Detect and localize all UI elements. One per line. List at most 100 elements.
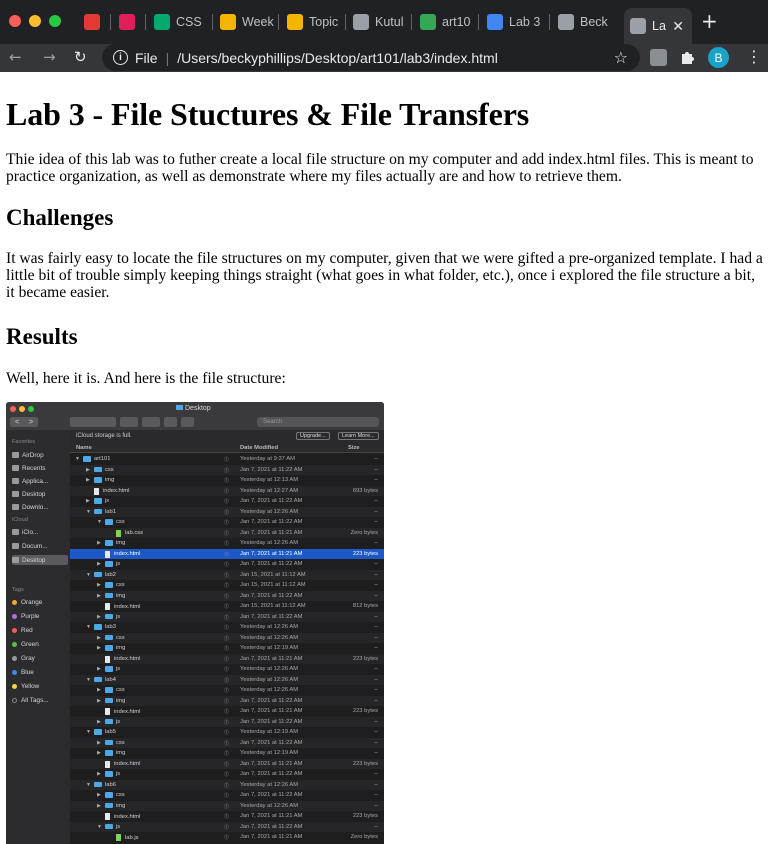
slides-icon	[287, 14, 303, 30]
disclosure-triangle-icon: ▼	[86, 729, 91, 735]
file-row: ▶ js ⓵ Jan 7, 2021 at 11:22 AM --	[70, 559, 384, 570]
file-date: Jan 7, 2021 at 11:22 AM	[240, 697, 303, 704]
address-bar[interactable]: i File | /Users/beckyphillips/Desktop/ar…	[102, 44, 640, 71]
file-size: --	[374, 666, 378, 672]
file-date: Jan 7, 2021 at 11:21 AM	[240, 655, 303, 662]
close-window-icon[interactable]	[9, 15, 21, 27]
profile-avatar[interactable]: B	[708, 47, 729, 68]
finder-sidebar-label: Gray	[21, 654, 35, 662]
file-name: img	[116, 802, 126, 809]
file-row: ▶ js ⓵ Jan 7, 2021 at 11:22 AM --	[70, 716, 384, 727]
file-row: ▼ art101 ⓵ Yesterday at 9:37 AM --	[70, 454, 384, 465]
file-size: --	[374, 571, 378, 578]
file-row: index.html ⓵ Jan 7, 2021 at 11:21 AM 223 by…	[70, 758, 384, 769]
file-size: 812 bytes	[352, 603, 378, 609]
file-row: ▶ img ⓵ Yesterday at 12:13 AM --	[70, 475, 384, 486]
browser-tab[interactable]: Week	[214, 7, 276, 37]
file-name: index.html	[114, 813, 141, 820]
icloud-status-icon: ⓵	[224, 719, 230, 726]
icloud-status-icon: ⓵	[224, 761, 230, 768]
folder-icon	[105, 561, 113, 567]
file-row-name: ▶ css	[97, 635, 125, 641]
icloud-status-icon: ⓵	[224, 824, 230, 831]
folder-icon	[105, 823, 113, 830]
close-tab-icon[interactable]: ✕	[672, 18, 684, 35]
icloud-status-icon: ⓵	[224, 572, 230, 579]
file-date: Jan 7, 2021 at 11:21 AM	[240, 708, 303, 714]
maximize-window-icon[interactable]	[49, 15, 61, 27]
reload-icon[interactable]: ↻	[74, 48, 87, 66]
browser-tab[interactable]: Lab 3	[481, 7, 547, 37]
icloud-banner: iCloud storage is full. Upgrade... Learn…	[70, 430, 384, 442]
name-column-header: Name	[76, 445, 92, 451]
file-name: lab4	[105, 676, 116, 683]
new-tab-button[interactable]: +	[701, 9, 718, 33]
drive-icon	[420, 14, 436, 30]
size-column-header: Size	[348, 445, 360, 451]
icloud-status-icon: ⓵	[224, 499, 230, 505]
challenges-heading: Challenges	[6, 205, 114, 230]
browser-tab[interactable]: Kutul	[347, 7, 409, 37]
extensions-puzzle-icon[interactable]	[679, 49, 696, 66]
finder-sidebar-label: Applica...	[22, 477, 49, 485]
file-size: Zero bytes	[350, 529, 378, 536]
browser-tab-label: Lab 3	[509, 15, 541, 29]
address-url: /Users/beckyphillips/Desktop/art101/lab3…	[177, 49, 498, 66]
file-row: lab.css ⓵ Jan 7, 2021 at 11:21 AM Zero byte…	[70, 527, 384, 538]
recorder-icon	[84, 14, 100, 30]
file-date: Yesterday at 12:26 AM	[240, 687, 299, 693]
browser-tab[interactable]	[113, 7, 143, 37]
tab-separator	[549, 14, 550, 30]
file-size: --	[374, 456, 378, 462]
file-date: Jan 7, 2021 at 11:22 AM	[240, 739, 303, 746]
folder-icon	[83, 456, 91, 462]
finder-sidebar-item: Blue	[12, 667, 68, 677]
back-arrow-icon[interactable]: ←	[9, 48, 22, 66]
disclosure-triangle-icon: ▶	[97, 645, 101, 651]
browser-tab[interactable]: CSS	[148, 7, 210, 37]
file-date: Jan 7, 2021 at 11:22 AM	[240, 613, 303, 620]
folder-icon	[105, 750, 113, 756]
file-date: Jan 7, 2021 at 11:22 AM	[240, 466, 303, 473]
file-date: Yesterday at 12:26 AM	[240, 781, 299, 788]
finder-file-list: iCloud storage is full. Upgrade... Learn…	[70, 430, 384, 844]
file-name: js	[116, 613, 121, 620]
docs-icon	[487, 14, 503, 30]
browser-tab[interactable]: Topic	[281, 7, 343, 37]
browser-tab[interactable]: Beck	[552, 7, 618, 37]
browser-tab-label: La	[652, 19, 666, 33]
file-row: ▶ js ⓵ Yesterday at 12:26 AM --	[70, 664, 384, 675]
file-row-name: index.html	[97, 655, 140, 663]
folder-icon	[105, 687, 113, 693]
finder-sidebar-label: Red	[21, 626, 33, 634]
finder-sidebar-label: Downlo...	[22, 503, 49, 511]
tag-color-icon	[12, 627, 17, 633]
file-name: js	[116, 771, 121, 777]
extension-icon[interactable]	[650, 49, 667, 66]
info-icon[interactable]: i	[113, 50, 128, 65]
file-row-name: index.html	[97, 813, 140, 820]
bookmark-star-icon[interactable]: ☆	[614, 48, 628, 67]
file-row: ▶ img ⓵ Yesterday at 12:26 AM --	[70, 800, 384, 811]
finder-sidebar-item: Applica...	[12, 476, 68, 486]
forward-arrow-icon[interactable]: →	[43, 48, 56, 66]
disclosure-triangle-icon: ▶	[97, 750, 101, 756]
finder-close-icon	[10, 406, 16, 412]
disclosure-triangle-icon: ▶	[97, 718, 101, 725]
minimize-window-icon[interactable]	[29, 15, 41, 27]
finder-sidebar-label: Green	[21, 640, 39, 648]
file-row: index.html ⓵ Jan 7, 2021 at 11:21 AM 223 by…	[70, 548, 384, 559]
disclosure-triangle-icon: ▶	[97, 582, 101, 588]
file-date: Yesterday at 12:26 AM	[240, 676, 299, 683]
file-name: index.html	[114, 761, 141, 767]
browser-tab[interactable]: art10	[414, 7, 476, 37]
browser-tab[interactable]: La ✕	[624, 8, 692, 44]
browser-tab[interactable]	[78, 7, 108, 37]
disclosure-triangle-icon: ▼	[86, 624, 91, 630]
browser-menu-icon[interactable]: ⋮	[746, 47, 762, 66]
file-size: --	[374, 645, 378, 651]
tab-separator	[345, 14, 346, 30]
tab-separator	[278, 14, 279, 30]
globe-icon	[558, 14, 574, 30]
file-row: ▼ lab2 ⓵ Jan 15, 2021 at 11:12 AM --	[70, 569, 384, 580]
